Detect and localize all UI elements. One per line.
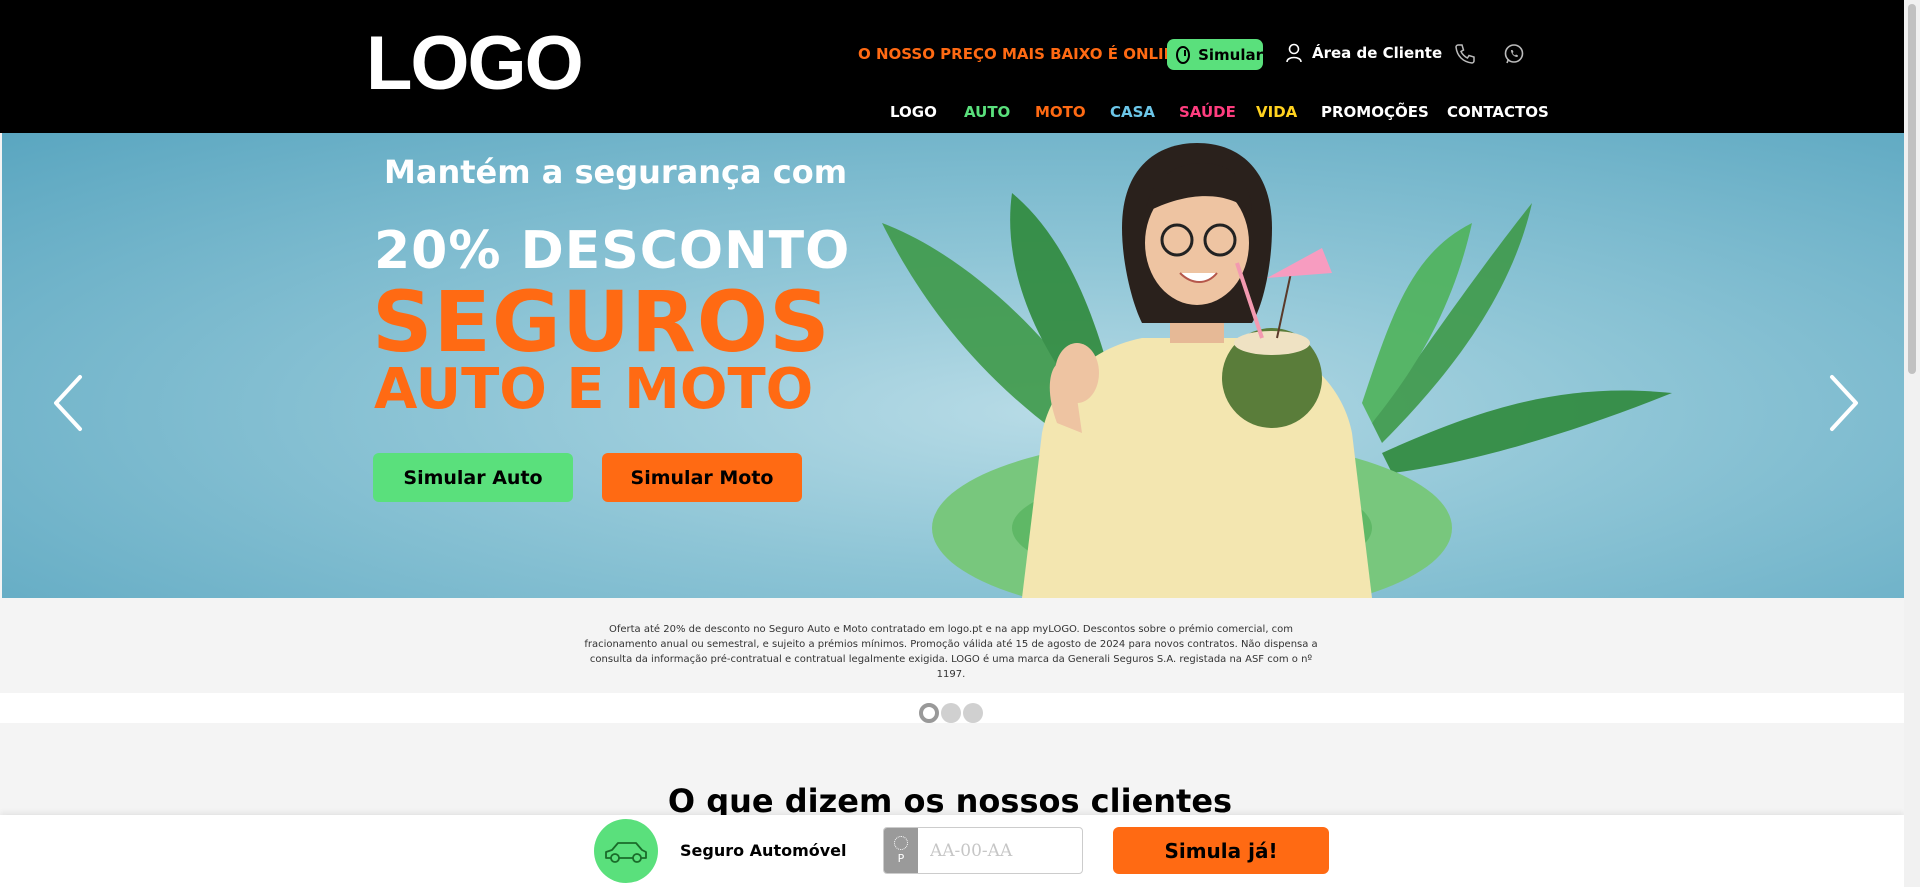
hero-headline-2: AUTO E MOTO <box>374 357 814 422</box>
simular-button[interactable]: Simular <box>1167 39 1263 70</box>
plate-input[interactable] <box>918 828 1082 873</box>
nav-item-contactos[interactable]: CONTACTOS <box>1447 103 1549 121</box>
carousel-dot-1[interactable] <box>919 703 939 723</box>
whatsapp-icon[interactable] <box>1502 42 1526 70</box>
nav-item-promocoes[interactable]: PROMOÇÕES <box>1321 103 1429 121</box>
simular-auto-button[interactable]: Simular Auto <box>373 453 573 502</box>
disclaimer-section: Oferta até 20% de desconto no Seguro Aut… <box>0 598 1904 693</box>
disclaimer-text: Oferta até 20% de desconto no Seguro Aut… <box>584 624 1318 680</box>
license-plate-field[interactable]: P <box>883 827 1083 874</box>
simular-moto-button[interactable]: Simular Moto <box>602 453 802 502</box>
phone-icon[interactable] <box>1453 42 1477 70</box>
chevron-right-icon[interactable] <box>1828 373 1862 437</box>
nav-item-moto[interactable]: MOTO <box>1035 103 1086 121</box>
nav-item-vida[interactable]: VIDA <box>1256 103 1297 121</box>
car-icon <box>594 819 658 883</box>
simular-label: Simular <box>1198 45 1263 64</box>
promo-tagline: O NOSSO PREÇO MAIS BAIXO É ONLINE <box>858 45 1187 63</box>
plate-country-code: P <box>897 852 905 865</box>
nav-item-saude[interactable]: SAÚDE <box>1179 103 1236 121</box>
simula-ja-button[interactable]: Simula já! <box>1113 827 1329 874</box>
seguro-automovel-label: Seguro Automóvel <box>680 841 847 860</box>
hero-subtitle: Mantém a segurança com <box>384 153 848 191</box>
hero-discount: 20% DESCONTO <box>374 221 851 281</box>
site-logo[interactable]: LOGO <box>366 26 584 102</box>
carousel-dot-3[interactable] <box>963 703 983 723</box>
hero-illustration <box>882 143 1672 598</box>
site-header: LOGO O NOSSO PREÇO MAIS BAIXO É ONLINE S… <box>0 0 1904 133</box>
nav-item-auto[interactable]: AUTO <box>964 103 1010 121</box>
nav-item-logo[interactable]: LOGO <box>890 103 937 121</box>
nav-item-casa[interactable]: CASA <box>1110 103 1155 121</box>
carousel-indicators <box>0 693 1904 723</box>
stopwatch-icon <box>1176 45 1191 64</box>
chevron-left-icon[interactable] <box>50 373 84 437</box>
page-scrollbar[interactable] <box>1904 0 1920 887</box>
area-cliente-link[interactable]: Área de Cliente <box>1286 43 1442 63</box>
plate-country-badge: P <box>884 828 918 873</box>
scrollbar-thumb[interactable] <box>1908 4 1916 374</box>
hero-banner: Mantém a segurança com 20% DESCONTO SEGU… <box>2 133 1904 598</box>
carousel-dot-2[interactable] <box>941 703 961 723</box>
user-icon <box>1286 43 1302 63</box>
quote-bar: Seguro Automóvel P Simula já! <box>0 815 1904 887</box>
area-cliente-label: Área de Cliente <box>1312 44 1443 62</box>
eu-stars-icon <box>894 836 908 850</box>
